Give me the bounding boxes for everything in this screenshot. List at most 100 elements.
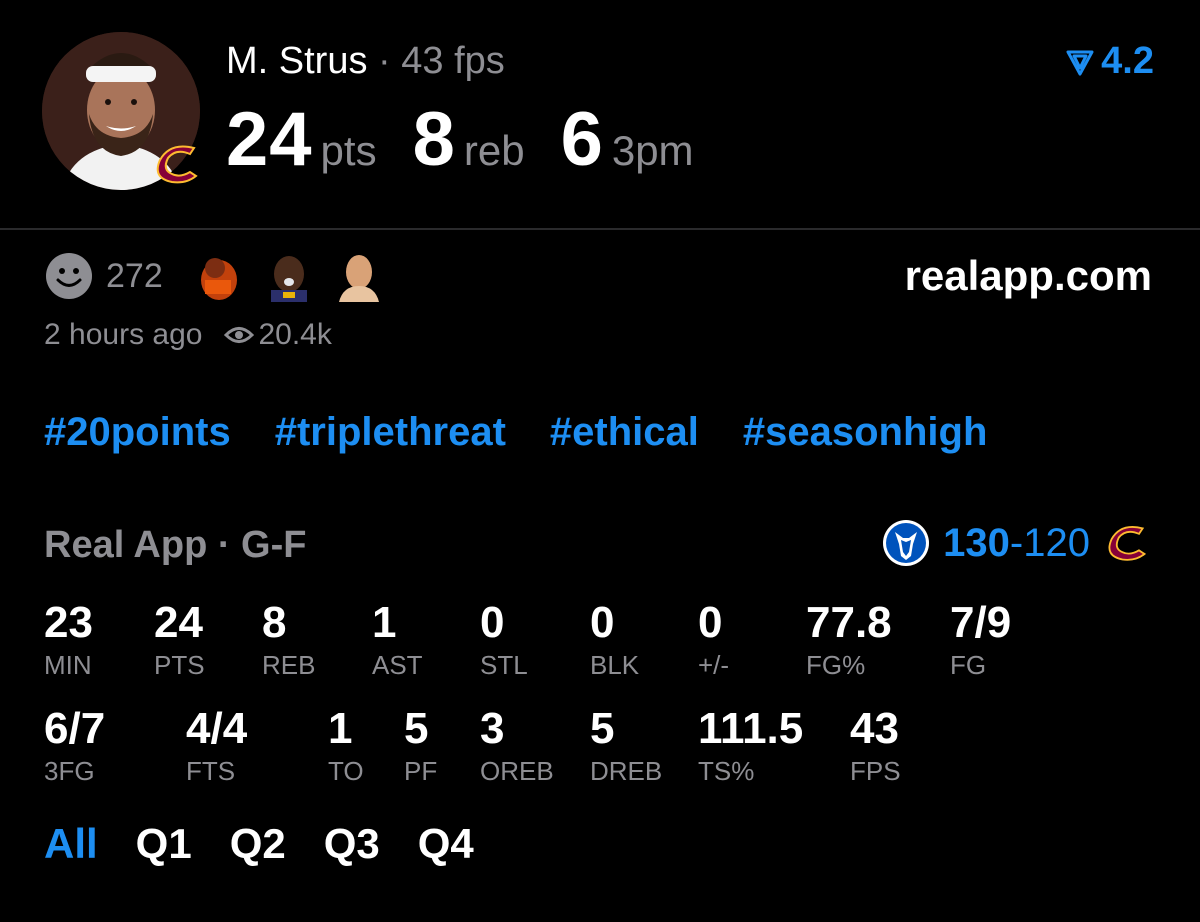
- cavaliers-logo-icon: [156, 145, 198, 184]
- stat-value: 8: [262, 598, 287, 647]
- stat-value: 43: [850, 704, 899, 753]
- stat-label: TS%: [698, 756, 755, 786]
- reaction-sticker-image: [262, 250, 315, 302]
- header-divider: [0, 228, 1200, 230]
- stat-label: MIN: [44, 650, 92, 680]
- stat-dreb: 5 DREB: [590, 704, 662, 787]
- stat-label: +/-: [698, 650, 730, 680]
- player-header: M. Strus · 43 fps 24 pts 8 reb 6 3pm 4.2: [0, 0, 1200, 228]
- score-dash: -: [1009, 520, 1024, 565]
- stat-reb: 8 REB: [262, 598, 315, 681]
- stat-value: 24: [154, 598, 203, 647]
- mavericks-logo-icon: [883, 520, 930, 566]
- stat-value: 0: [590, 598, 615, 647]
- reb-value: 8: [412, 97, 456, 182]
- stat-oreb: 3 OREB: [480, 704, 554, 787]
- reactions-bar[interactable]: 272: [44, 250, 403, 302]
- stat-value: 23: [44, 598, 93, 647]
- stat-label: REB: [262, 650, 316, 680]
- reaction-count: 272: [106, 256, 163, 295]
- rating-value: 4.2: [1101, 40, 1154, 82]
- period-tabs: All Q1 Q2 Q3 Q4: [44, 820, 474, 868]
- stat-label: TO: [328, 756, 364, 786]
- player-title: M. Strus · 43 fps: [226, 40, 505, 83]
- stat-value: 5: [404, 704, 429, 753]
- player-fps: 43 fps: [401, 40, 505, 82]
- stat-label: FG%: [806, 650, 866, 680]
- stat-min: 23 MIN: [44, 598, 93, 681]
- stat-label: STL: [480, 650, 528, 680]
- headline-stats: 24 pts 8 reb 6 3pm: [226, 96, 730, 183]
- smiley-reaction-icon[interactable]: [44, 251, 94, 301]
- stat-fps: 43 FPS: [850, 704, 901, 787]
- post-meta: 2 hours ago 20.4k: [44, 318, 332, 352]
- stat-to: 1 TO: [328, 704, 364, 787]
- stat-value: 4/4: [186, 704, 248, 753]
- stat-value: 1: [328, 704, 353, 753]
- stat-fg-pct: 77.8 FG%: [806, 598, 892, 681]
- game-score[interactable]: 130-120: [881, 518, 1154, 568]
- stat-pf: 5 PF: [404, 704, 437, 787]
- stat-fts: 4/4 FTS: [186, 704, 247, 787]
- stat-3fg: 6/7 3FG: [44, 704, 105, 787]
- reaction-sticker-image: [192, 250, 245, 302]
- stat-label: PTS: [154, 650, 205, 680]
- stat-value: 111.5: [698, 704, 804, 753]
- stat-ast: 1 AST: [372, 598, 423, 681]
- stat-label: OREB: [480, 756, 554, 786]
- pts-unit: pts: [320, 127, 377, 174]
- stat-value: 6/7: [44, 704, 106, 753]
- stat-label: FG: [950, 650, 987, 680]
- stat-value: 3: [480, 704, 505, 753]
- stat-value: 0: [480, 598, 505, 647]
- stat-blk: 0 BLK: [590, 598, 639, 681]
- stat-label: 3FG: [44, 756, 95, 786]
- stat-value: 7/9: [950, 598, 1012, 647]
- rating-badge[interactable]: 4.2: [1065, 40, 1154, 83]
- site-link[interactable]: realapp.com: [905, 252, 1152, 300]
- stat-label: PF: [404, 756, 438, 786]
- stat-label: FTS: [186, 756, 236, 786]
- stat-value: 77.8: [806, 598, 892, 647]
- time-ago: 2 hours ago: [44, 318, 203, 351]
- player-name[interactable]: M. Strus: [226, 40, 367, 82]
- tab-q2[interactable]: Q2: [230, 820, 286, 868]
- hashtag[interactable]: #ethical: [550, 410, 699, 455]
- stat-label: AST: [372, 650, 423, 680]
- reaction-sticker-3[interactable]: [332, 250, 385, 302]
- title-separator: ·: [378, 40, 391, 82]
- reaction-sticker-1[interactable]: [192, 250, 245, 302]
- tab-all[interactable]: All: [44, 820, 98, 868]
- stat-label: BLK: [590, 650, 640, 680]
- home-score: 130: [943, 520, 1010, 565]
- reb-unit: reb: [463, 127, 525, 174]
- stat-fg: 7/9 FG: [950, 598, 1011, 681]
- tab-q1[interactable]: Q1: [136, 820, 192, 868]
- threes-unit: 3pm: [611, 127, 694, 174]
- stat-pts: 24 PTS: [154, 598, 205, 681]
- hashtag[interactable]: #seasonhigh: [743, 410, 988, 455]
- tab-q4[interactable]: Q4: [418, 820, 474, 868]
- hashtag[interactable]: #20points: [44, 410, 231, 455]
- hashtag[interactable]: #triplethreat: [275, 410, 506, 455]
- stat-value: 0: [698, 598, 723, 647]
- rating-icon: [1066, 50, 1094, 75]
- stat-value: 5: [590, 704, 615, 753]
- hashtag-list: #20points #triplethreat #ethical #season…: [44, 410, 987, 455]
- stat-label: FPS: [850, 756, 901, 786]
- stat-stl: 0 STL: [480, 598, 528, 681]
- view-count: 20.4k: [258, 318, 332, 351]
- tab-q3[interactable]: Q3: [324, 820, 380, 868]
- stat-plus-minus: 0 +/-: [698, 598, 729, 681]
- eye-icon: [224, 327, 255, 343]
- reaction-sticker-image: [332, 250, 385, 302]
- cavaliers-logo-icon: [1108, 526, 1147, 561]
- stat-value: 1: [372, 598, 397, 647]
- pts-value: 24: [226, 97, 313, 182]
- stat-ts-pct: 111.5 TS%: [698, 704, 803, 787]
- away-score: 120: [1023, 520, 1090, 565]
- reaction-sticker-2[interactable]: [262, 250, 315, 302]
- stat-label: DREB: [590, 756, 663, 786]
- game-source: Real App · G-F: [44, 524, 307, 566]
- views: 20.4k: [224, 318, 332, 352]
